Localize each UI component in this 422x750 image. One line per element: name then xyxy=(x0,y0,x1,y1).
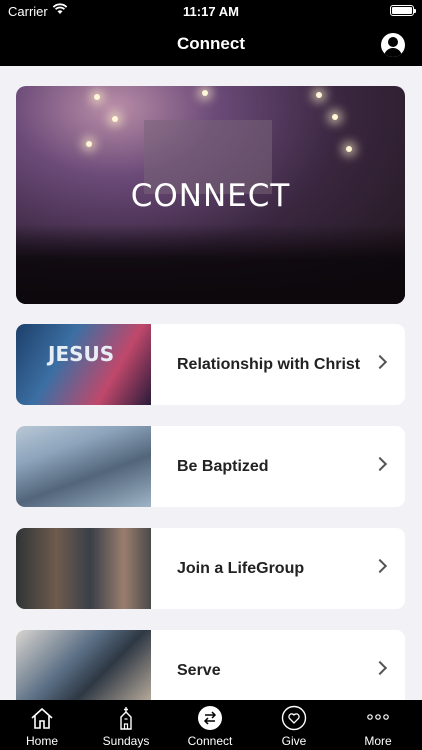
main-content: CONNECT JESUS Relationship with Christ B… xyxy=(0,66,422,700)
card-label: Join a LifeGroup xyxy=(177,559,305,577)
card-serve[interactable]: Serve xyxy=(16,630,405,700)
card-thumbnail xyxy=(16,630,151,700)
chevron-right-icon xyxy=(372,456,388,472)
clock: 11:17 AM xyxy=(183,4,239,19)
tab-label: Sundays xyxy=(102,734,150,748)
page-title: Connect xyxy=(177,34,245,53)
house-icon xyxy=(31,707,53,729)
tab-sundays[interactable]: Sundays xyxy=(84,700,168,750)
battery-icon xyxy=(390,5,416,16)
hero-banner[interactable]: CONNECT xyxy=(16,86,405,304)
tab-label: Give xyxy=(281,734,307,748)
card-thumbnail xyxy=(16,528,151,609)
tab-connect[interactable]: Connect xyxy=(168,700,252,750)
status-bar: Carrier 11:17 AM xyxy=(0,0,422,22)
card-label: Relationship with Christ xyxy=(177,355,361,373)
card-join-a-lifegroup[interactable]: Join a LifeGroup xyxy=(16,528,405,609)
hero-title: CONNECT xyxy=(130,178,291,214)
church-icon xyxy=(120,707,132,730)
card-label: Be Baptized xyxy=(177,457,269,475)
chevron-right-icon xyxy=(372,558,388,574)
tab-label: Home xyxy=(25,734,58,748)
card-relationship-with-christ[interactable]: JESUS Relationship with Christ xyxy=(16,324,405,405)
heart-icon xyxy=(281,705,307,731)
hero-crowd-image xyxy=(16,224,405,304)
tab-more[interactable]: More xyxy=(336,700,420,750)
top-bar: Carrier 11:17 AM Connect xyxy=(0,0,422,66)
tab-home[interactable]: Home xyxy=(0,700,84,750)
tab-label: Connect xyxy=(187,734,233,748)
tab-bar: Home Sundays Connect Give More xyxy=(0,700,422,750)
chevron-right-icon xyxy=(372,354,388,370)
tab-give[interactable]: Give xyxy=(252,700,336,750)
swap-arrows-icon xyxy=(198,706,222,730)
chevron-right-icon xyxy=(372,660,388,676)
ellipsis-icon xyxy=(367,714,389,720)
card-thumbnail: JESUS xyxy=(16,324,151,405)
card-be-baptized[interactable]: Be Baptized xyxy=(16,426,405,507)
thumbnail-text: JESUS xyxy=(48,342,115,366)
profile-icon[interactable] xyxy=(381,33,405,57)
card-label: Serve xyxy=(177,661,221,679)
card-thumbnail xyxy=(16,426,151,507)
tab-label: More xyxy=(364,734,392,748)
